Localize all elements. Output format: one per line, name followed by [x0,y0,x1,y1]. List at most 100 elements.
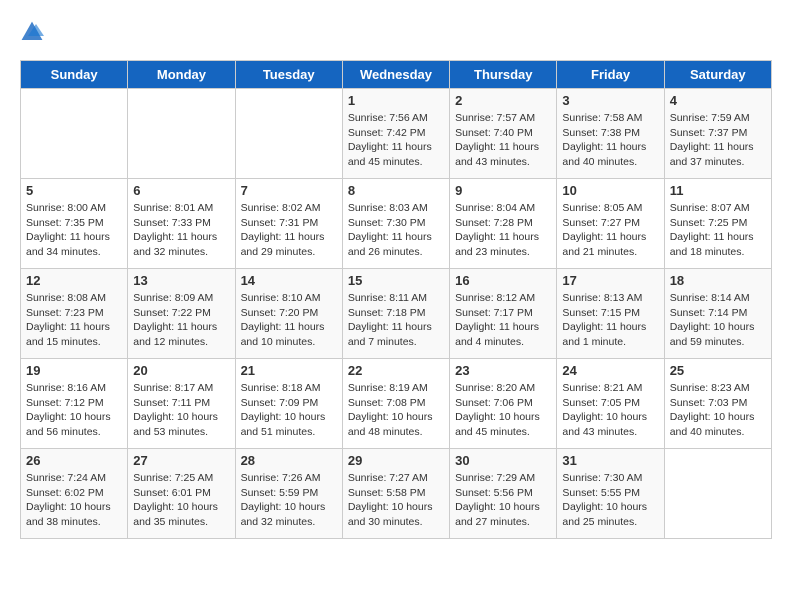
calendar-day-cell: 27 Sunrise: 7:25 AMSunset: 6:01 PMDayligh… [128,449,235,539]
day-info: Sunrise: 8:11 AMSunset: 7:18 PMDaylight:… [348,291,444,350]
calendar-day-cell [235,89,342,179]
day-info: Sunrise: 7:56 AMSunset: 7:42 PMDaylight:… [348,111,444,170]
day-number: 18 [670,273,766,288]
page-header [20,20,772,44]
day-info: Sunrise: 8:23 AMSunset: 7:03 PMDaylight:… [670,381,766,440]
calendar-week-row: 26 Sunrise: 7:24 AMSunset: 6:02 PMDayligh… [21,449,772,539]
logo [20,20,48,44]
day-number: 24 [562,363,658,378]
calendar-day-cell: 7 Sunrise: 8:02 AMSunset: 7:31 PMDaylight… [235,179,342,269]
calendar-day-cell: 13 Sunrise: 8:09 AMSunset: 7:22 PMDayligh… [128,269,235,359]
day-info: Sunrise: 8:16 AMSunset: 7:12 PMDaylight:… [26,381,122,440]
day-info: Sunrise: 8:20 AMSunset: 7:06 PMDaylight:… [455,381,551,440]
day-info: Sunrise: 8:13 AMSunset: 7:15 PMDaylight:… [562,291,658,350]
calendar-day-cell [128,89,235,179]
calendar-day-cell: 5 Sunrise: 8:00 AMSunset: 7:35 PMDaylight… [21,179,128,269]
day-number: 12 [26,273,122,288]
day-number: 6 [133,183,229,198]
calendar-day-cell: 29Sunrise: 7:27 AMSunset: 5:58 PMDayligh… [342,449,449,539]
day-info: Sunrise: 8:07 AMSunset: 7:25 PMDaylight:… [670,201,766,260]
calendar-day-cell: 2 Sunrise: 7:57 AMSunset: 7:40 PMDaylight… [450,89,557,179]
day-info: Sunrise: 7:29 AMSunset: 5:56 PMDaylight:… [455,471,551,530]
calendar-day-cell: 25 Sunrise: 8:23 AMSunset: 7:03 PMDayligh… [664,359,771,449]
calendar-day-cell [664,449,771,539]
calendar-day-cell: 1 Sunrise: 7:56 AMSunset: 7:42 PMDaylight… [342,89,449,179]
day-info: Sunrise: 8:10 AMSunset: 7:20 PMDaylight:… [241,291,337,350]
day-info: Sunrise: 8:21 AMSunset: 7:05 PMDaylight:… [562,381,658,440]
day-number: 21 [241,363,337,378]
day-number: 19 [26,363,122,378]
day-number: 26 [26,453,122,468]
day-number: 8 [348,183,444,198]
day-number: 30 [455,453,551,468]
calendar-header: SundayMondayTuesdayWednesdayThursdayFrid… [21,61,772,89]
day-info: Sunrise: 8:09 AMSunset: 7:22 PMDaylight:… [133,291,229,350]
day-info: Sunrise: 7:57 AMSunset: 7:40 PMDaylight:… [455,111,551,170]
calendar-day-cell: 20Sunrise: 8:17 AMSunset: 7:11 PMDayligh… [128,359,235,449]
calendar-day-cell: 3 Sunrise: 7:58 AMSunset: 7:38 PMDaylight… [557,89,664,179]
calendar-day-cell: 15 Sunrise: 8:11 AMSunset: 7:18 PMDayligh… [342,269,449,359]
calendar-day-cell: 26 Sunrise: 7:24 AMSunset: 6:02 PMDayligh… [21,449,128,539]
logo-icon [20,20,44,44]
calendar-body: 1 Sunrise: 7:56 AMSunset: 7:42 PMDaylight… [21,89,772,539]
day-number: 25 [670,363,766,378]
day-number: 4 [670,93,766,108]
day-number: 5 [26,183,122,198]
day-number: 14 [241,273,337,288]
day-number: 3 [562,93,658,108]
day-number: 15 [348,273,444,288]
weekday-header-friday: Friday [557,61,664,89]
day-number: 22 [348,363,444,378]
weekday-header-tuesday: Tuesday [235,61,342,89]
day-info: Sunrise: 7:27 AMSunset: 5:58 PMDaylight:… [348,471,444,530]
day-info: Sunrise: 8:12 AMSunset: 7:17 PMDaylight:… [455,291,551,350]
calendar-day-cell: 17Sunrise: 8:13 AMSunset: 7:15 PMDayligh… [557,269,664,359]
calendar-day-cell: 10Sunrise: 8:05 AMSunset: 7:27 PMDayligh… [557,179,664,269]
weekday-header-thursday: Thursday [450,61,557,89]
calendar-day-cell: 28 Sunrise: 7:26 AMSunset: 5:59 PMDayligh… [235,449,342,539]
day-info: Sunrise: 7:24 AMSunset: 6:02 PMDaylight:… [26,471,122,530]
calendar-day-cell: 12 Sunrise: 8:08 AMSunset: 7:23 PMDayligh… [21,269,128,359]
day-info: Sunrise: 8:02 AMSunset: 7:31 PMDaylight:… [241,201,337,260]
day-number: 23 [455,363,551,378]
day-info: Sunrise: 8:00 AMSunset: 7:35 PMDaylight:… [26,201,122,260]
calendar-day-cell: 23 Sunrise: 8:20 AMSunset: 7:06 PMDayligh… [450,359,557,449]
day-info: Sunrise: 8:19 AMSunset: 7:08 PMDaylight:… [348,381,444,440]
day-info: Sunrise: 8:08 AMSunset: 7:23 PMDaylight:… [26,291,122,350]
day-info: Sunrise: 8:18 AMSunset: 7:09 PMDaylight:… [241,381,337,440]
day-info: Sunrise: 7:59 AMSunset: 7:37 PMDaylight:… [670,111,766,170]
day-number: 11 [670,183,766,198]
calendar-day-cell: 21 Sunrise: 8:18 AMSunset: 7:09 PMDayligh… [235,359,342,449]
day-info: Sunrise: 7:58 AMSunset: 7:38 PMDaylight:… [562,111,658,170]
day-number: 7 [241,183,337,198]
calendar-day-cell: 22 Sunrise: 8:19 AMSunset: 7:08 PMDayligh… [342,359,449,449]
day-info: Sunrise: 8:04 AMSunset: 7:28 PMDaylight:… [455,201,551,260]
day-number: 2 [455,93,551,108]
calendar-day-cell: 8 Sunrise: 8:03 AMSunset: 7:30 PMDaylight… [342,179,449,269]
day-number: 1 [348,93,444,108]
weekday-header-row: SundayMondayTuesdayWednesdayThursdayFrid… [21,61,772,89]
day-info: Sunrise: 8:03 AMSunset: 7:30 PMDaylight:… [348,201,444,260]
day-info: Sunrise: 8:01 AMSunset: 7:33 PMDaylight:… [133,201,229,260]
calendar-day-cell: 11 Sunrise: 8:07 AMSunset: 7:25 PMDayligh… [664,179,771,269]
calendar-day-cell: 24 Sunrise: 8:21 AMSunset: 7:05 PMDayligh… [557,359,664,449]
calendar-table: SundayMondayTuesdayWednesdayThursdayFrid… [20,60,772,539]
calendar-day-cell: 6 Sunrise: 8:01 AMSunset: 7:33 PMDaylight… [128,179,235,269]
day-number: 13 [133,273,229,288]
calendar-day-cell: 19 Sunrise: 8:16 AMSunset: 7:12 PMDayligh… [21,359,128,449]
weekday-header-wednesday: Wednesday [342,61,449,89]
calendar-week-row: 19 Sunrise: 8:16 AMSunset: 7:12 PMDayligh… [21,359,772,449]
calendar-week-row: 1 Sunrise: 7:56 AMSunset: 7:42 PMDaylight… [21,89,772,179]
weekday-header-saturday: Saturday [664,61,771,89]
day-info: Sunrise: 7:26 AMSunset: 5:59 PMDaylight:… [241,471,337,530]
day-number: 16 [455,273,551,288]
weekday-header-monday: Monday [128,61,235,89]
day-info: Sunrise: 8:17 AMSunset: 7:11 PMDaylight:… [133,381,229,440]
day-number: 9 [455,183,551,198]
day-number: 27 [133,453,229,468]
day-number: 28 [241,453,337,468]
day-info: Sunrise: 7:25 AMSunset: 6:01 PMDaylight:… [133,471,229,530]
day-number: 31 [562,453,658,468]
calendar-day-cell: 16 Sunrise: 8:12 AMSunset: 7:17 PMDayligh… [450,269,557,359]
day-info: Sunrise: 8:14 AMSunset: 7:14 PMDaylight:… [670,291,766,350]
